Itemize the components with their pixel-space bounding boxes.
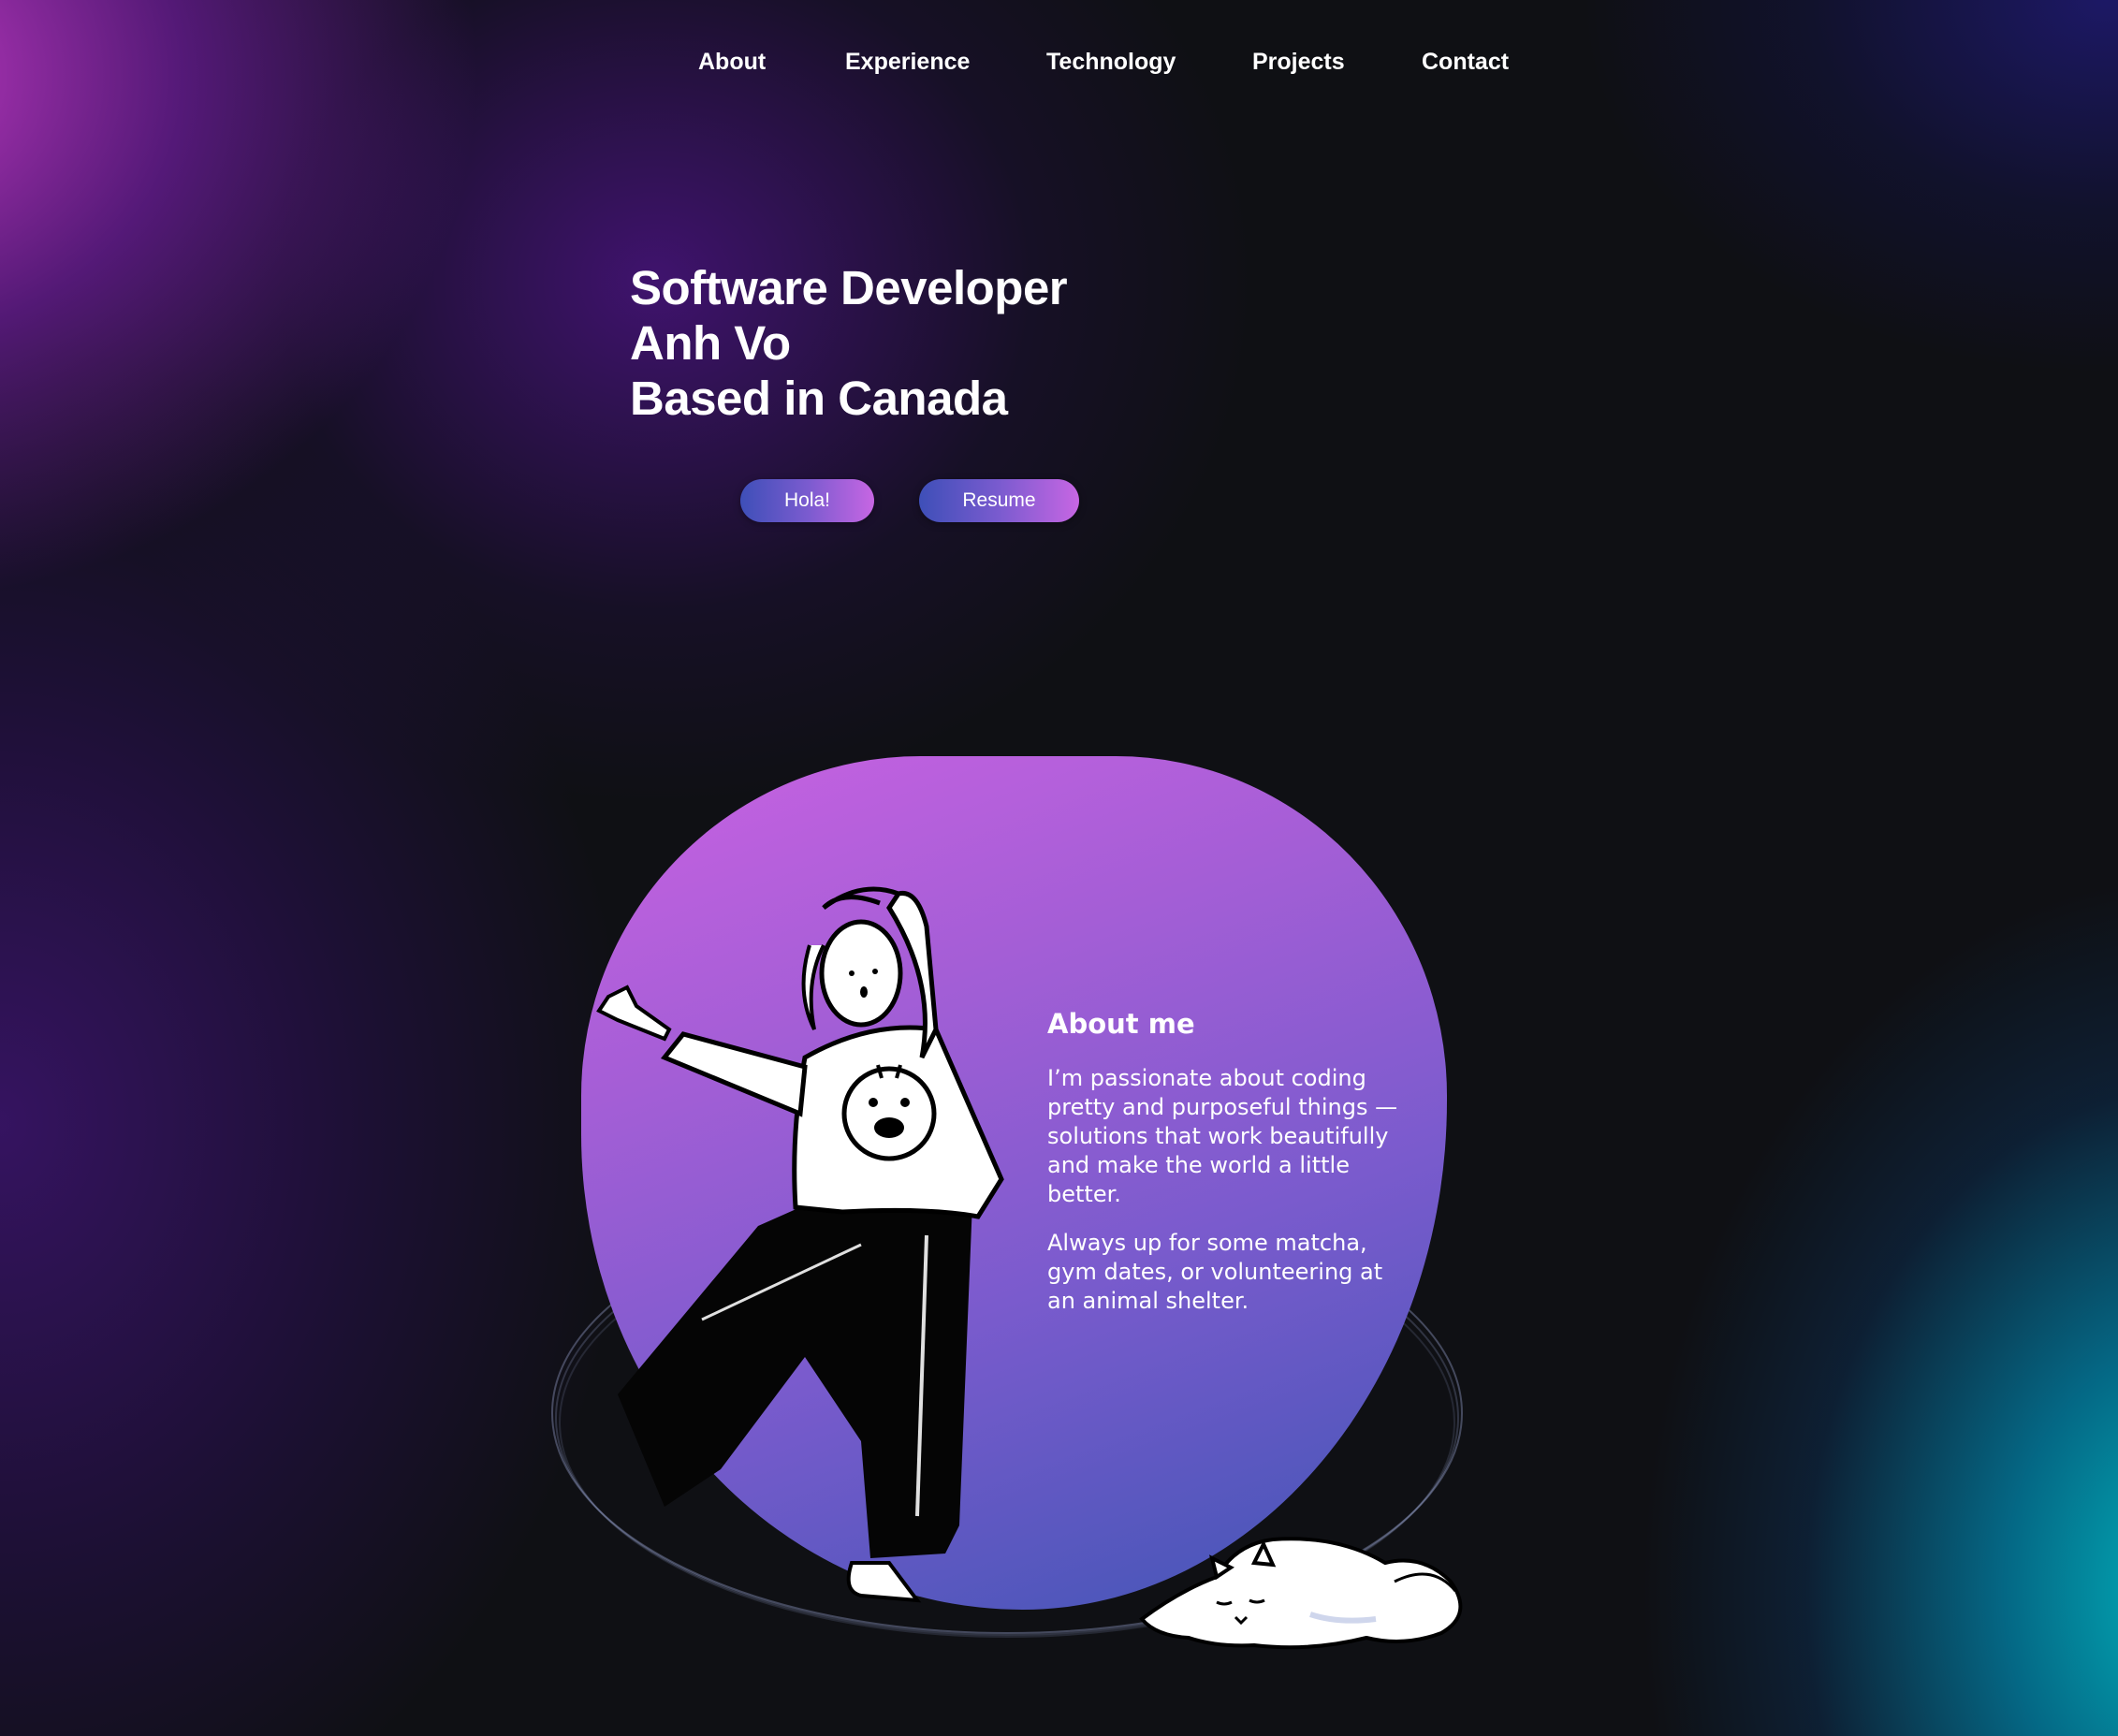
- hero-title: Software Developer Anh Vo Based in Canad…: [630, 260, 1068, 426]
- sleeping-cat-illustration: [1139, 1537, 1463, 1650]
- hero-line-name: Anh Vo: [630, 316, 791, 370]
- about-paragraph-2: Always up for some matcha, gym dates, or…: [1047, 1230, 1383, 1314]
- nav-contact[interactable]: Contact: [1422, 49, 1509, 76]
- nav-projects[interactable]: Projects: [1252, 49, 1345, 76]
- dancing-person-illustration: [596, 886, 1004, 1603]
- hero-line-location: Based in Canada: [630, 372, 1008, 425]
- hola-button[interactable]: Hola!: [740, 479, 874, 522]
- nav-experience[interactable]: Experience: [845, 49, 970, 76]
- main-nav: About Experience Technology Projects Con…: [0, 49, 2118, 86]
- hero-line-role: Software Developer: [630, 261, 1068, 314]
- nav-technology[interactable]: Technology: [1046, 49, 1176, 76]
- about-title: About me: [1047, 1008, 1195, 1040]
- resume-button[interactable]: Resume: [919, 479, 1079, 522]
- nav-about[interactable]: About: [698, 49, 766, 76]
- about-paragraph-1: I’m passionate about coding pretty and p…: [1047, 1065, 1398, 1207]
